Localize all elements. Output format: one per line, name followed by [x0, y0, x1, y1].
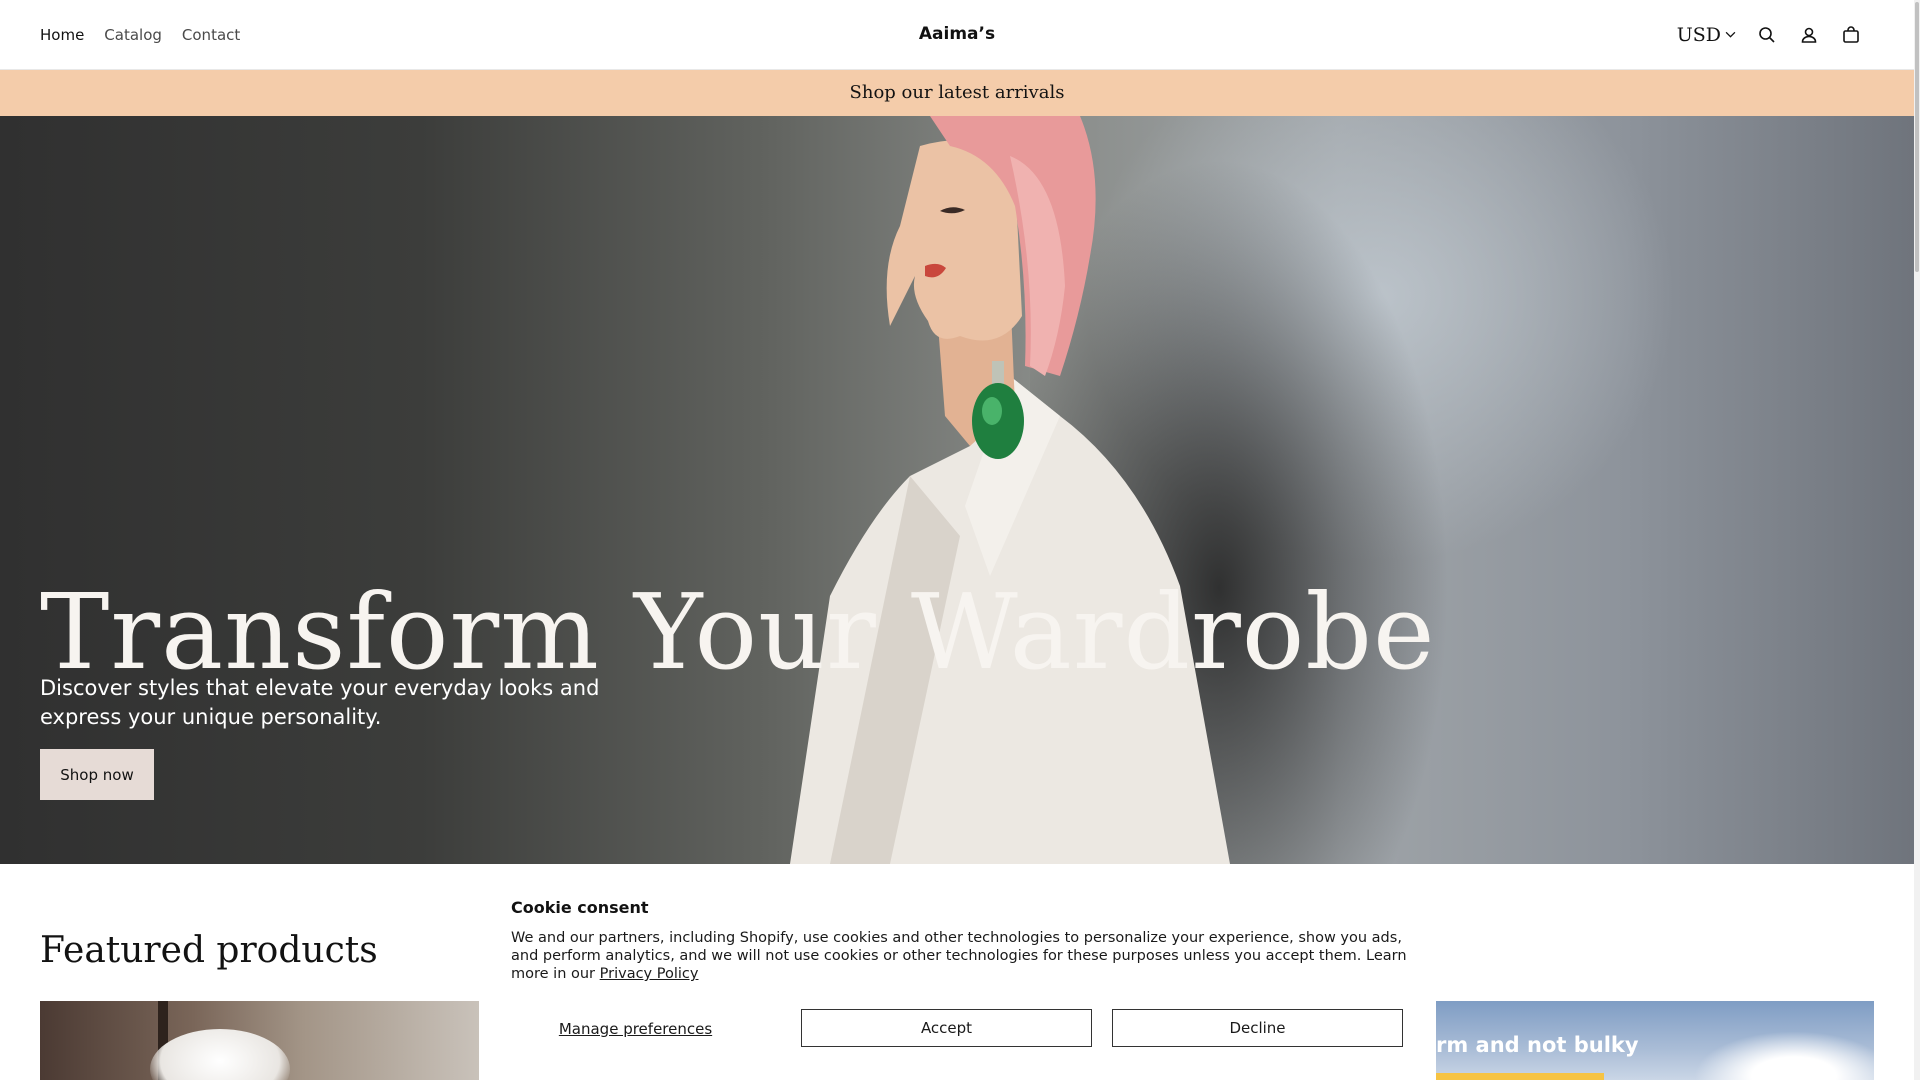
product-image-text: rm and not bulky [1436, 1033, 1639, 1057]
chevron-down-icon [1725, 31, 1736, 38]
cookie-title: Cookie consent [511, 898, 649, 917]
nav-catalog-link[interactable]: Catalog [104, 26, 162, 44]
announcement-bar[interactable]: Shop our latest arrivals [0, 70, 1914, 116]
header-actions: USD [1677, 0, 1862, 69]
hero-banner: Transform Your Wardrobe Discover styles … [0, 116, 1914, 864]
hero-subtitle: Discover styles that elevate your everyd… [40, 676, 600, 729]
site-header: Home Catalog Contact Aaima’s USD [0, 0, 1914, 70]
product-card-image[interactable]: rm and not bulky [1436, 1001, 1874, 1080]
currency-label: USD [1676, 23, 1721, 46]
shop-now-button[interactable]: Shop now [40, 749, 154, 800]
cookie-consent-banner: Cookie consent We and our partners, incl… [490, 880, 1422, 1080]
account-icon[interactable] [1798, 24, 1820, 46]
cart-icon[interactable] [1840, 24, 1862, 46]
scrollbar-thumb[interactable] [1915, 2, 1919, 272]
brand-wrapper: Aaima’s [0, 0, 1914, 69]
accept-button[interactable]: Accept [801, 1009, 1092, 1047]
nav-contact-link[interactable]: Contact [182, 26, 240, 44]
product-image-detail [1694, 1031, 1874, 1080]
product-image-badge [1436, 1073, 1604, 1080]
privacy-policy-link[interactable]: Privacy Policy [600, 966, 699, 982]
hero-model-image [790, 116, 1230, 864]
search-icon[interactable] [1756, 24, 1778, 46]
currency-selector[interactable]: USD [1677, 24, 1736, 46]
product-card-image[interactable] [40, 1001, 479, 1080]
product-image-detail [150, 1029, 290, 1080]
decline-button[interactable]: Decline [1112, 1009, 1403, 1047]
featured-products-title: Featured products [40, 930, 378, 971]
nav-home-link[interactable]: Home [40, 26, 84, 44]
cookie-description: We and our partners, including Shopify, … [511, 929, 1411, 983]
announcement-text: Shop our latest arrivals [849, 82, 1065, 103]
store-logo[interactable]: Aaima’s [919, 24, 995, 44]
manage-preferences-button[interactable]: Manage preferences [511, 1009, 760, 1049]
main-nav: Home Catalog Contact [40, 0, 240, 69]
page-scrollbar[interactable] [1914, 0, 1920, 1080]
